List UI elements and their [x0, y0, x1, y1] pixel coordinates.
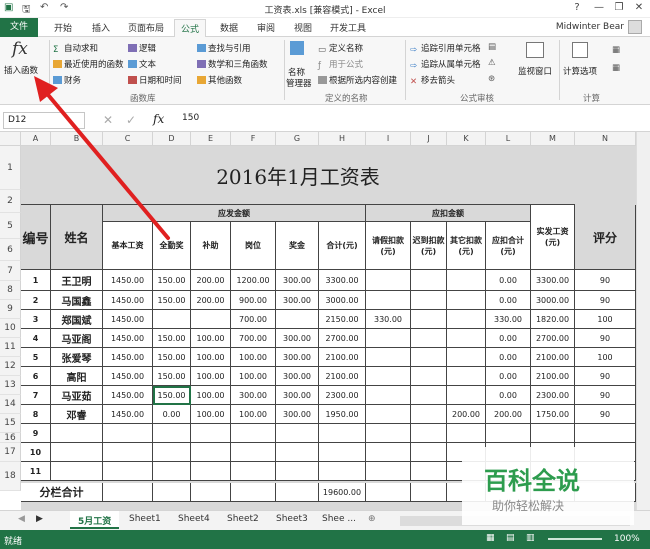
red-arrow-annotation — [34, 76, 170, 240]
arrow-shaft — [42, 88, 170, 240]
arrow-head — [34, 76, 58, 102]
